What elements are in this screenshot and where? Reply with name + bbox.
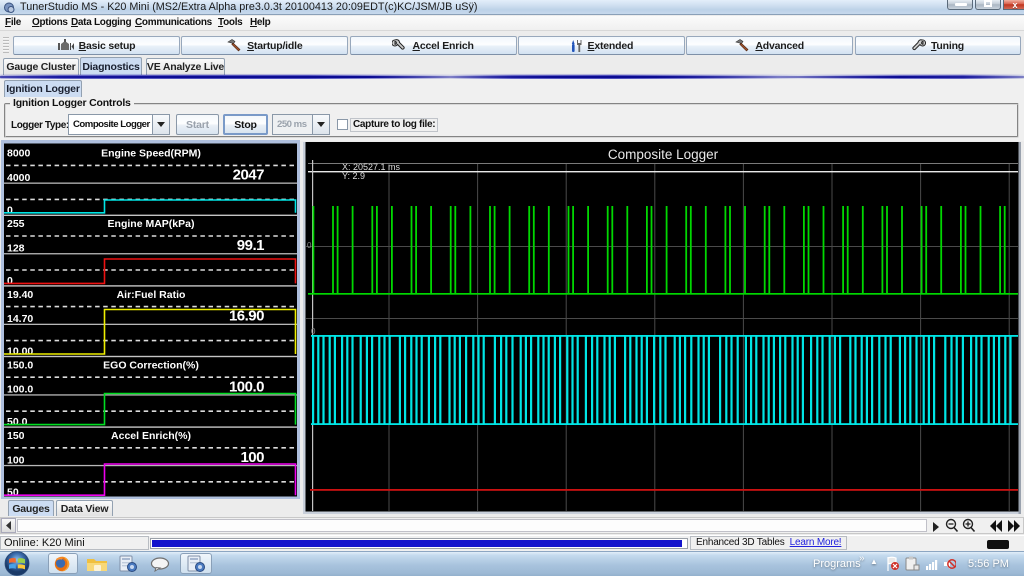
- svg-text:Composite Logger: Composite Logger: [608, 147, 719, 162]
- svg-text:0: 0: [311, 327, 316, 336]
- svg-text:0: 0: [307, 241, 312, 250]
- svg-text:Y: 2.9: Y: 2.9: [342, 171, 365, 181]
